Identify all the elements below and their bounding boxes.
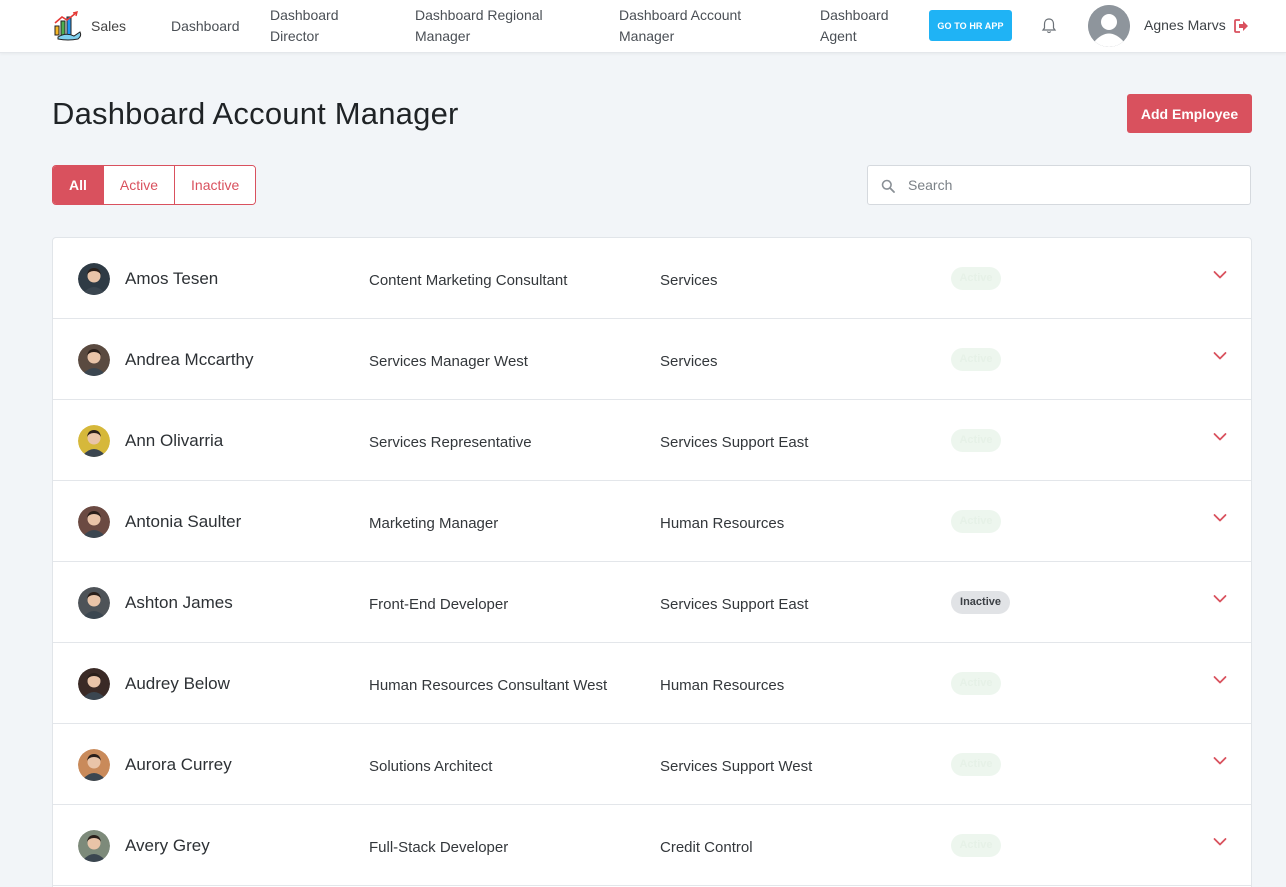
search-icon: [881, 179, 895, 193]
nav-link-label: Dashboard Account: [619, 7, 742, 23]
employee-name: Andrea Mccarthy: [125, 350, 254, 369]
nav-link-label: Dashboard: [820, 7, 889, 23]
nav-link-dashboard[interactable]: Dashboard: [171, 16, 240, 37]
nav-link-label: Dashboard: [171, 18, 240, 34]
employee-department: Services: [660, 353, 718, 370]
chevron-down-icon[interactable]: [1213, 351, 1227, 361]
employee-job-title: Marketing Manager: [369, 515, 499, 532]
chevron-down-icon[interactable]: [1213, 513, 1227, 523]
employee-row[interactable]: Ann Olivarria Services Representative Se…: [53, 400, 1251, 481]
employee-list: Amos Tesen Content Marketing Consultant …: [52, 237, 1252, 887]
chevron-down-icon[interactable]: [1213, 432, 1227, 442]
chevron-down-icon[interactable]: [1213, 594, 1227, 604]
employee-photo-icon: [78, 344, 110, 376]
filter-all-button[interactable]: All: [53, 166, 103, 204]
chevron-down-icon[interactable]: [1213, 837, 1227, 847]
employee-avatar: [78, 749, 110, 781]
page-title: Dashboard Account Manager: [52, 96, 459, 131]
user-avatar[interactable]: [1088, 5, 1130, 47]
nav-link-dashboard-regional-manager[interactable]: Dashboard Regional Manager: [415, 5, 543, 47]
employee-job-title: Content Marketing Consultant: [369, 272, 568, 289]
employee-row[interactable]: Ashton James Front-End Developer Service…: [53, 562, 1251, 643]
employee-department: Human Resources: [660, 677, 785, 694]
status-badge: Active: [951, 753, 1001, 776]
employee-name: Aurora Currey: [125, 755, 232, 774]
nav-link-label: Dashboard Regional: [415, 7, 543, 23]
employee-department: Services: [660, 272, 718, 289]
employee-photo-icon: [78, 749, 110, 781]
sales-chart-icon: [54, 11, 82, 41]
employee-job-title: Front-End Developer: [369, 596, 509, 613]
employee-photo-icon: [78, 425, 110, 457]
employee-photo-icon: [78, 587, 110, 619]
add-employee-button[interactable]: Add Employee: [1127, 94, 1252, 133]
employee-department: Human Resources: [660, 515, 785, 532]
employee-department: Services Support East: [660, 434, 809, 451]
employee-department: Credit Control: [660, 839, 753, 856]
employee-photo-icon: [78, 506, 110, 538]
status-badge: Inactive: [951, 591, 1010, 614]
chevron-down-icon[interactable]: [1213, 756, 1227, 766]
employee-job-title: Solutions Architect: [369, 758, 493, 775]
employee-job-title: Services Manager West: [369, 353, 528, 370]
employee-name: Antonia Saulter: [125, 512, 242, 531]
employee-row[interactable]: Audrey Below Human Resources Consultant …: [53, 643, 1251, 724]
status-badge: Active: [951, 348, 1001, 371]
employee-photo-icon: [78, 668, 110, 700]
nav-link-label-line2: Manager: [619, 28, 675, 44]
employee-department: Services Support East: [660, 596, 809, 613]
chevron-down-icon[interactable]: [1213, 675, 1227, 685]
status-badge: Active: [951, 510, 1001, 533]
status-badge: Active: [951, 834, 1001, 857]
brand-label: Sales: [91, 18, 127, 34]
employee-row[interactable]: Avery Grey Full-Stack Developer Credit C…: [53, 805, 1251, 886]
employee-job-title: Services Representative: [369, 434, 532, 451]
employee-avatar: [78, 587, 110, 619]
employee-name: Ann Olivarria: [125, 431, 224, 450]
nav-link-dashboard-account-manager[interactable]: Dashboard Account Manager: [619, 5, 741, 47]
chevron-down-icon[interactable]: [1213, 270, 1227, 280]
bell-icon[interactable]: [1040, 17, 1058, 35]
nav-link-dashboard-agent[interactable]: Dashboard Agent: [820, 5, 889, 47]
status-badge: Active: [951, 267, 1001, 290]
employee-avatar: [78, 830, 110, 862]
employee-avatar: [78, 344, 110, 376]
employee-row[interactable]: Aurora Currey Solutions Architect Servic…: [53, 724, 1251, 805]
employee-name: Audrey Below: [125, 674, 230, 693]
employee-row[interactable]: Andrea Mccarthy Services Manager West Se…: [53, 319, 1251, 400]
filter-inactive-button[interactable]: Inactive: [174, 166, 256, 204]
filter-active-button[interactable]: Active: [102, 166, 175, 204]
employee-row[interactable]: Antonia Saulter Marketing Manager Human …: [53, 481, 1251, 562]
employee-job-title: Full-Stack Developer: [369, 839, 509, 856]
status-badge: Active: [951, 672, 1001, 695]
nav-link-label: Dashboard: [270, 7, 339, 23]
employee-avatar: [78, 263, 110, 295]
employee-name: Avery Grey: [125, 836, 210, 855]
top-navbar: Sales Dashboard Dashboard Director Dashb…: [0, 0, 1286, 53]
user-name[interactable]: Agnes Marvs: [1144, 17, 1226, 33]
go-to-hr-app-button[interactable]: GO TO HR APP: [929, 10, 1012, 41]
employee-department: Services Support West: [660, 758, 813, 775]
employee-name: Ashton James: [125, 593, 233, 612]
status-badge: Active: [951, 429, 1001, 452]
employee-avatar: [78, 425, 110, 457]
search-box: [867, 165, 1251, 205]
employee-job-title: Human Resources Consultant West: [369, 677, 608, 694]
employee-name: Amos Tesen: [125, 269, 219, 288]
logout-icon[interactable]: [1234, 19, 1249, 33]
status-filter-group: All Active Inactive: [52, 165, 257, 205]
nav-link-label-line2: Manager: [415, 28, 471, 44]
user-placeholder-icon: [1088, 5, 1130, 47]
employee-avatar: [78, 668, 110, 700]
employee-photo-icon: [78, 830, 110, 862]
nav-link-label-line2: Agent: [820, 28, 857, 44]
nav-link-dashboard-director[interactable]: Dashboard Director: [270, 5, 339, 47]
employee-photo-icon: [78, 263, 110, 295]
nav-link-label-line2: Director: [270, 28, 320, 44]
search-input[interactable]: [908, 166, 1238, 204]
employee-row[interactable]: Amos Tesen Content Marketing Consultant …: [53, 238, 1251, 319]
brand[interactable]: Sales: [52, 8, 126, 44]
employee-avatar: [78, 506, 110, 538]
